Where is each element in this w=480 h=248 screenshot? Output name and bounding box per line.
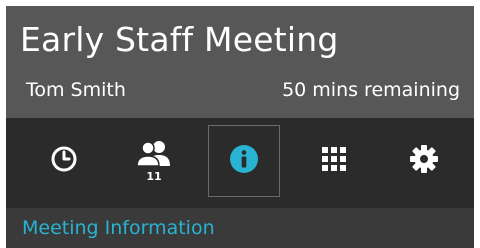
gear-icon [409,144,439,178]
meeting-panel: Early Staff Meeting Tom Smith 50 mins re… [6,6,474,248]
meeting-header: Early Staff Meeting Tom Smith 50 mins re… [6,6,474,118]
info-button[interactable] [208,125,280,197]
meeting-title: Early Staff Meeting [20,20,339,59]
meeting-information-section: Meeting Information [6,208,474,248]
attendees-button[interactable]: 11 [118,125,190,197]
info-icon [229,144,259,178]
attendee-count: 11 [146,169,162,183]
settings-button[interactable] [388,125,460,197]
schedule-button[interactable] [28,125,100,197]
clock-icon [49,144,79,178]
apps-button[interactable] [298,125,370,197]
meeting-organizer: Tom Smith [26,79,126,101]
grid-icon [321,146,347,176]
time-remaining: 50 mins remaining [282,79,460,101]
section-title: Meeting Information [22,217,215,239]
meeting-toolbar: 11 [6,118,474,208]
people-icon [136,140,172,170]
